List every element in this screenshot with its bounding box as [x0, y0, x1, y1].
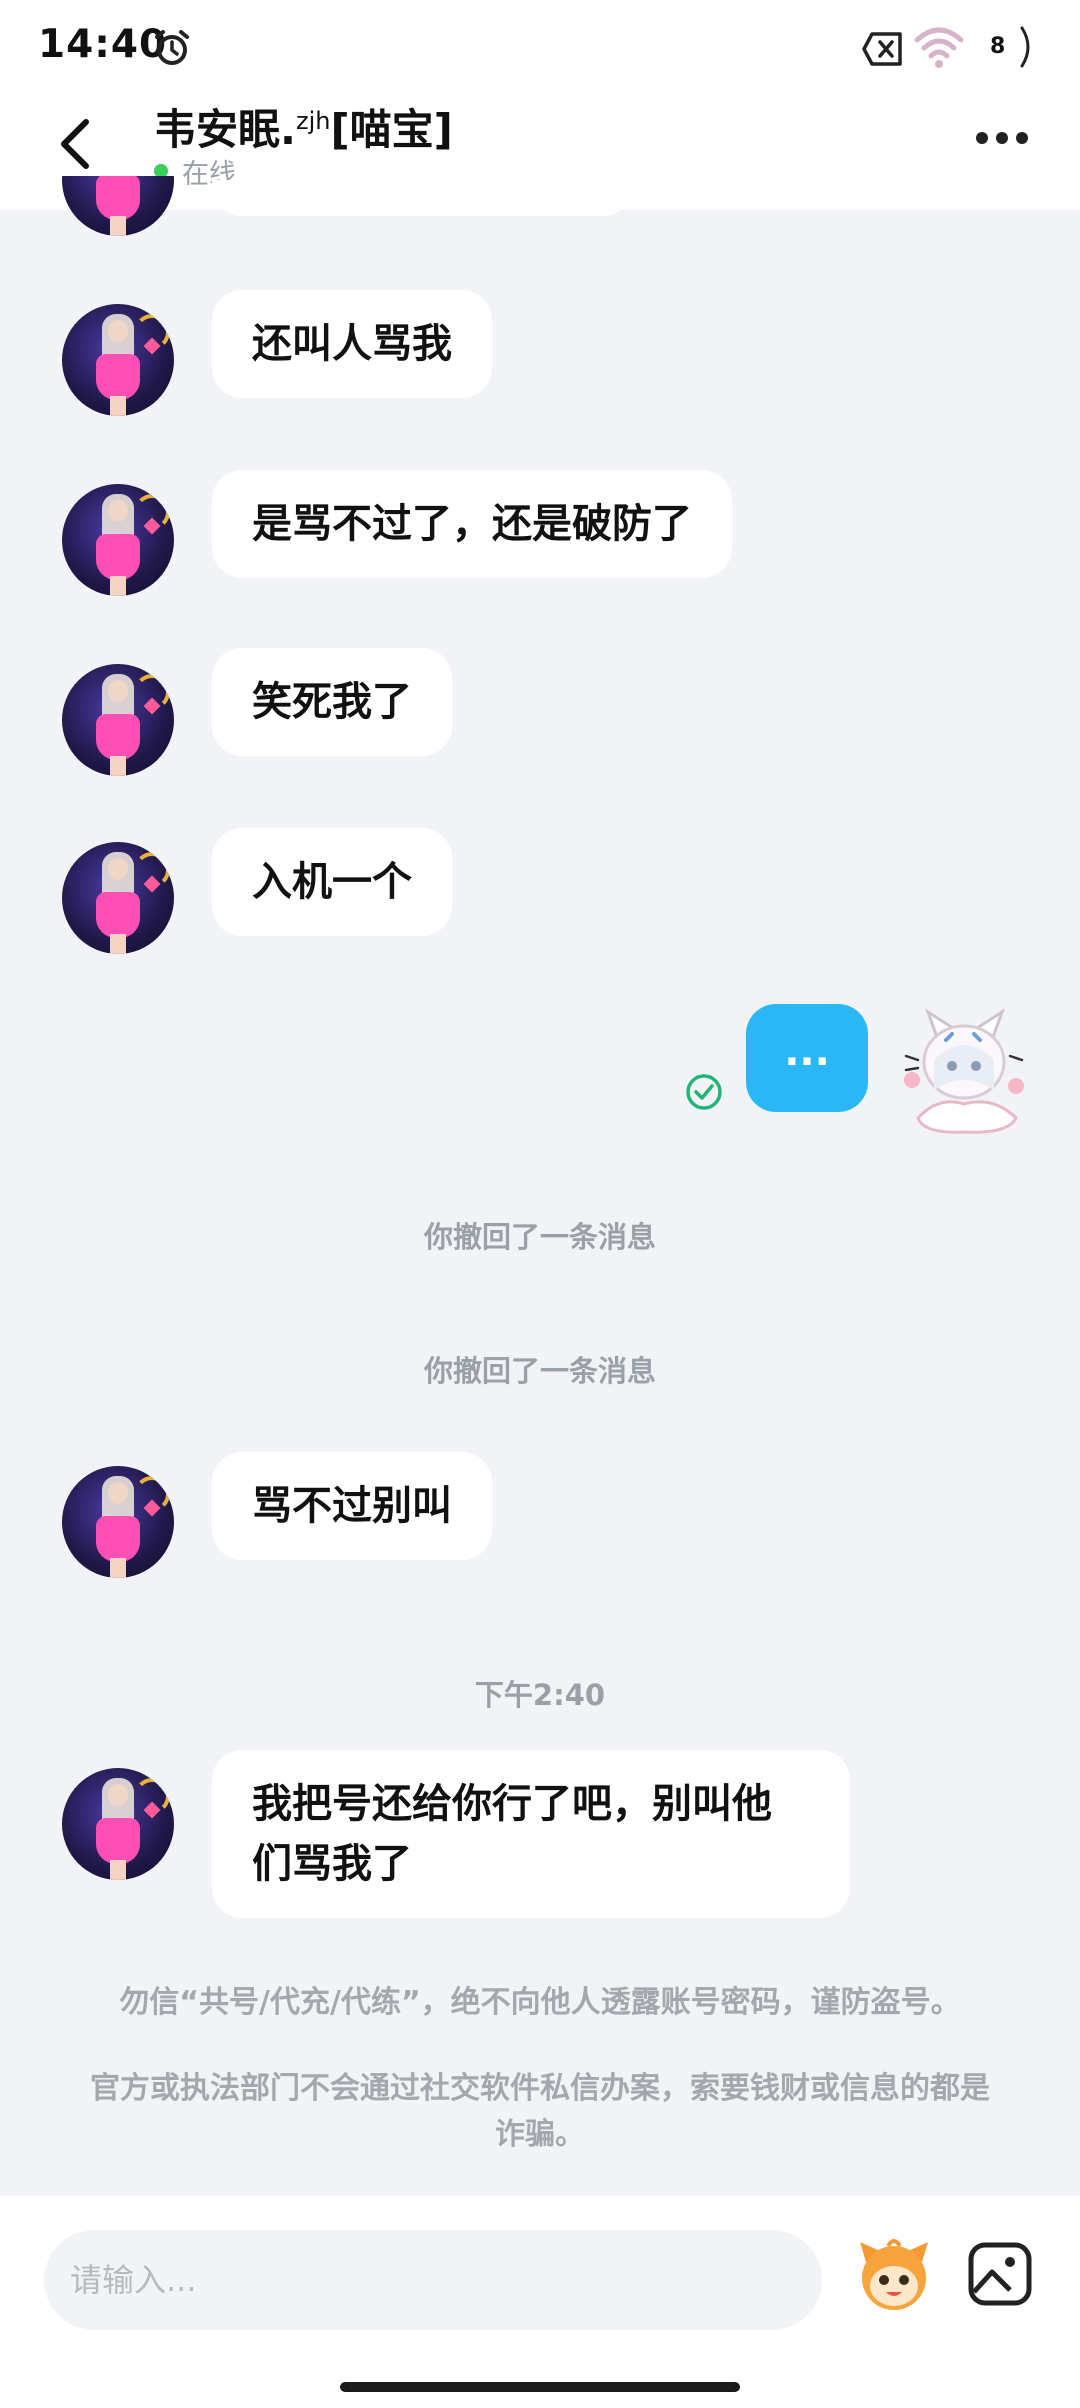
contact-name: 韦安眠.zjh[喵宝]: [154, 96, 453, 157]
message-bubble-partial: [212, 180, 632, 216]
message-bubble[interactable]: 入机一个: [212, 828, 452, 936]
message-bubble[interactable]: 是骂不过了，还是破防了: [212, 470, 732, 578]
message-input-box[interactable]: [44, 2230, 822, 2330]
read-receipt-icon: [686, 1074, 722, 1110]
status-time: 14:40: [38, 22, 168, 67]
image-picker-icon[interactable]: [966, 2240, 1034, 2308]
contact-avatar[interactable]: [62, 1466, 174, 1578]
chat-screen: 14:40 8 韦安眠.zjh[喵宝] 在线 还叫人骂我 是骂不过了，还是破防了…: [0, 0, 1080, 2408]
emoji-sticker-button[interactable]: [852, 2232, 936, 2316]
message-bubble[interactable]: 骂不过别叫: [212, 1452, 492, 1560]
message-bubble-self[interactable]: ...: [746, 1004, 868, 1112]
message-bubble[interactable]: 笑死我了: [212, 648, 452, 756]
recall-notice: 你撤回了一条消息: [423, 1354, 656, 1388]
sim-icon: [862, 32, 902, 66]
message-timestamp: 下午2:40: [474, 1678, 606, 1712]
recall-notice: 你撤回了一条消息: [423, 1220, 656, 1254]
safety-notice: 勿信“共号/代充/代练”，绝不向他人透露账号密码，谨防盗号。: [119, 1985, 961, 2020]
battery-level: 8: [990, 34, 1006, 59]
message-input[interactable]: [70, 2230, 790, 2330]
contact-avatar[interactable]: [62, 304, 174, 416]
battery-icon: [1020, 26, 1030, 68]
my-avatar[interactable]: [898, 1000, 1030, 1140]
more-options-icon[interactable]: [974, 130, 1030, 146]
message-bubble[interactable]: 还叫人骂我: [212, 290, 492, 398]
contact-avatar[interactable]: [62, 842, 174, 954]
contact-name-sup: zjh: [295, 107, 331, 135]
status-bar: 14:40 8: [0, 0, 1080, 92]
input-bar: [0, 2196, 1080, 2408]
safety-notice: 官方或执法部门不会通过社交软件私信办案，索要钱财或信息的都是诈骗。: [90, 2071, 990, 2152]
back-arrow-icon[interactable]: [56, 116, 96, 172]
message-bubble[interactable]: 我把号还给你行了吧，别叫他们骂我了: [212, 1750, 850, 1918]
contact-avatar[interactable]: [62, 176, 174, 236]
home-indicator[interactable]: [340, 2382, 740, 2392]
contact-avatar[interactable]: [62, 1768, 174, 1880]
contact-avatar[interactable]: [62, 484, 174, 596]
contact-name-main: 韦安眠.: [154, 105, 296, 154]
alarm-icon: [155, 30, 189, 65]
wifi-icon: [914, 27, 964, 68]
contact-avatar[interactable]: [62, 664, 174, 776]
contact-name-tag: [喵宝]: [330, 105, 453, 154]
